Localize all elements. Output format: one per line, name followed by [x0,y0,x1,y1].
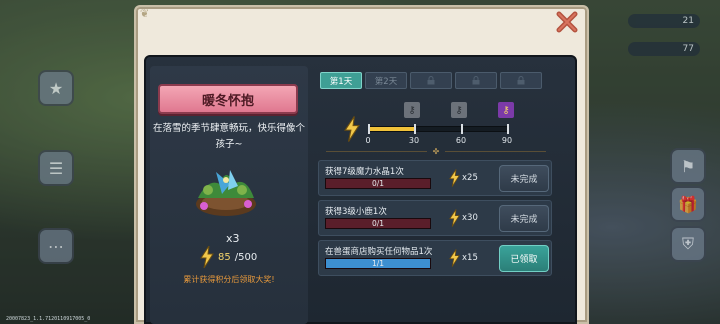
tab-day-4-locked[interactable] [455,72,497,89]
task-title: 获得7级魔力水晶1次 [325,167,404,177]
task-claimed-button[interactable]: 已领取 [499,245,549,272]
task-row: 在兽蛋商店购买任何物品1次 1/1 x15 已领取 [318,240,552,276]
close-icon [556,11,578,33]
panel-ornament: ❦ [140,7,150,20]
lightning-icon [344,116,360,142]
tick-label: 90 [501,136,513,145]
task-title: 获得3级小鹿1次 [325,207,387,217]
gift-count: x3 [226,232,240,245]
claim-hint: 累计获得积分后领取大奖! [183,275,275,284]
gray-key-icon[interactable]: ⚷ [404,102,420,118]
reward-amount: x15 [462,253,478,263]
more-options-button[interactable]: ⋯ [38,228,74,264]
task-reward: x25 [449,169,478,187]
task-row: 获得7级魔力水晶1次 0/1 x25 未完成 [318,160,552,196]
build-info: 20007823_1.1.7120110917005_0 [6,316,91,322]
task-reward: x15 [449,249,478,267]
event-description: 在落雪的季节肆意畅玩，快乐得像个孩子~ [152,123,305,150]
points-total: /500 [234,251,258,263]
tick-label: 0 [365,136,371,145]
points-progress: ⚷ ⚷ ⚷ 0 30 60 90 [340,98,530,150]
task-progress: 0/1 [325,178,431,189]
lock-icon [472,76,480,85]
wreath-gift-icon[interactable] [186,160,266,222]
progress-track [368,126,508,132]
section-divider: ✤ [320,147,552,156]
progress-fill [369,127,415,131]
reward-amount: x25 [462,173,478,183]
gift-side-button[interactable]: 🎁 [670,186,706,222]
menu-side-button[interactable]: ☰ [38,150,74,186]
tick-label: 30 [408,136,420,145]
lightning-icon [449,169,460,187]
lightning-icon [200,246,214,268]
gray-key-icon[interactable]: ⚷ [451,102,467,118]
lightning-icon [449,209,460,227]
task-status-button[interactable]: 未完成 [499,205,549,232]
shield-side-button[interactable]: ⛨ [670,226,706,262]
task-title: 在兽蛋商店购买任何物品1次 [325,247,433,257]
task-progress: 1/1 [325,258,431,269]
tab-day-1[interactable]: 第1天 [320,72,362,89]
event-title: 暖冬怀抱 [201,93,254,109]
progress-tick [507,124,509,134]
quest-side-button[interactable]: ⚑ [670,148,706,184]
hud-counter-2: 77 [628,42,700,56]
hud-counter-1: 21 [628,14,700,28]
reward-amount: x30 [462,213,478,223]
purple-key-icon[interactable]: ⚷ [498,102,514,118]
event-title-ribbon: 暖冬怀抱 [148,84,308,118]
lightning-icon [449,249,460,267]
star-icon[interactable]: ★ [38,70,74,106]
task-status-button[interactable]: 未完成 [499,165,549,192]
tab-day-3-locked[interactable] [410,72,452,89]
tick-label: 60 [455,136,467,145]
progress-tick [461,124,463,134]
task-row: 获得3级小鹿1次 0/1 x30 未完成 [318,200,552,236]
tab-day-5-locked[interactable] [500,72,542,89]
points-current: 85 [218,251,231,263]
progress-tick [414,124,416,134]
day-tabs: 第1天 第2天 [320,72,542,89]
task-reward: x30 [449,209,478,227]
lock-icon [427,76,435,85]
task-progress: 0/1 [325,218,431,229]
progress-tick [368,124,370,134]
points-row: 85/500 [200,246,257,268]
tab-day-2[interactable]: 第2天 [365,72,407,89]
close-button[interactable] [552,8,582,36]
lock-icon [517,76,525,85]
